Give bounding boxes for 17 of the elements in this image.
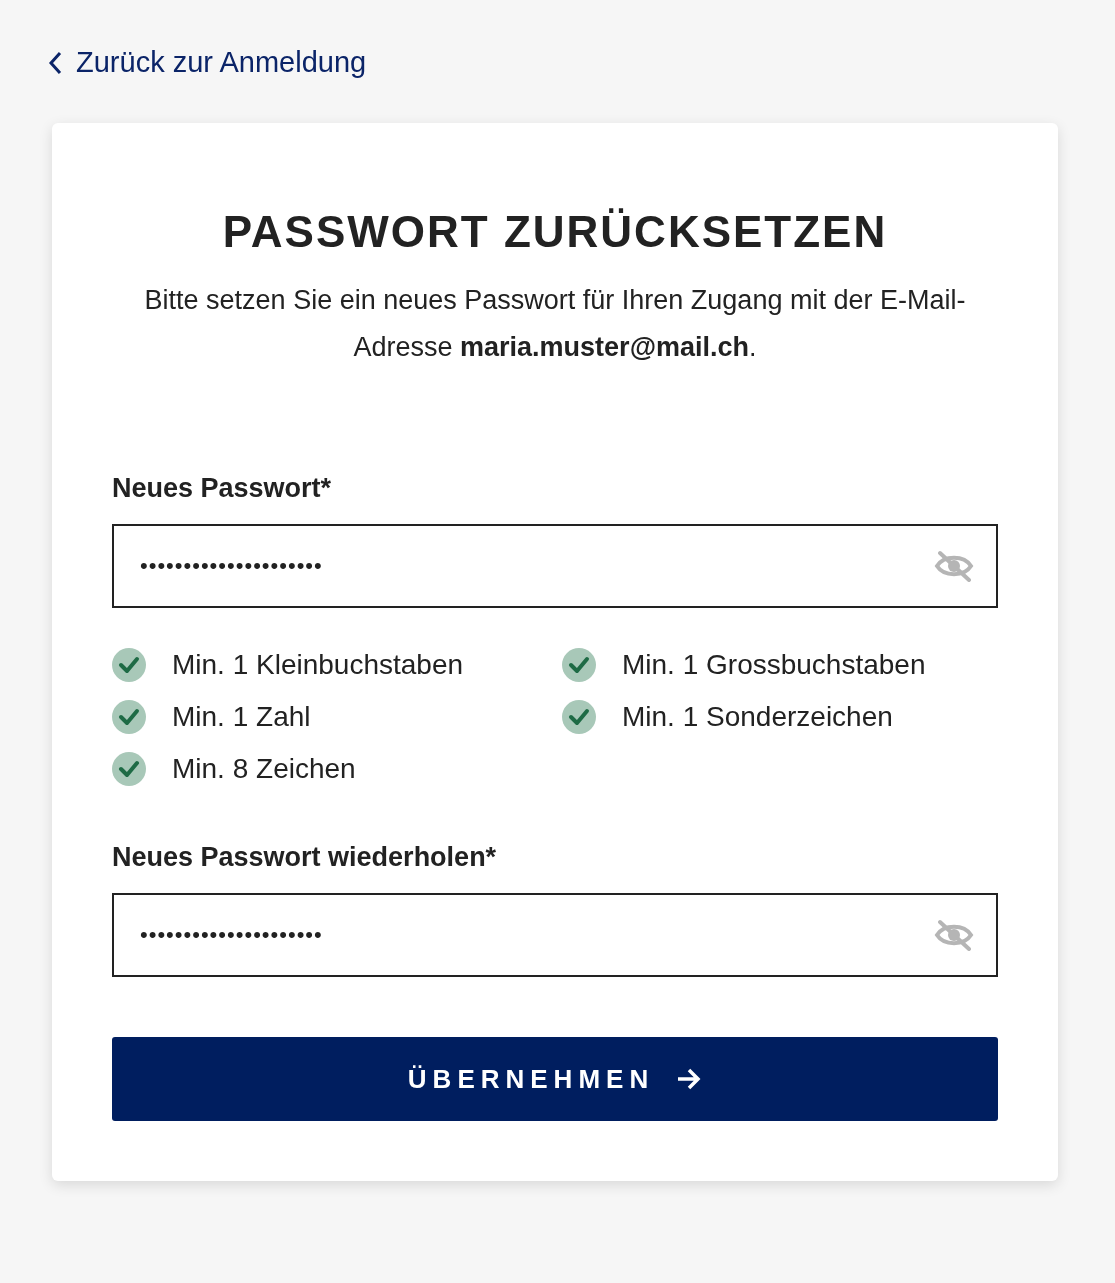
arrow-right-icon: [676, 1067, 703, 1091]
submit-button[interactable]: ÜBERNEHMEN: [112, 1037, 998, 1121]
eye-slash-icon[interactable]: [934, 550, 974, 582]
page-title: PASSWORT ZURÜCKSETZEN: [221, 207, 889, 257]
requirement-text: Min. 1 Sonderzeichen: [622, 701, 893, 733]
requirement-text: Min. 1 Zahl: [172, 701, 311, 733]
field-label: Neues Passwort*: [112, 473, 333, 504]
password-field[interactable]: •••••••••••••••••••••: [112, 524, 998, 608]
field-label: Neues Passwort wiederholen*: [112, 842, 498, 873]
requirement-text: Min. 1 Grossbuchstaben: [622, 649, 926, 681]
requirement-text: Min. 1 Kleinbuchstaben: [172, 649, 464, 681]
back-link[interactable]: Zurück zur Anmeldung: [48, 46, 367, 79]
chevron-left-icon: [48, 50, 62, 75]
requirement-text: Min. 8 Zeichen: [172, 753, 356, 785]
eye-slash-icon[interactable]: [934, 919, 974, 951]
password-field[interactable]: •••••••••••••••••••••: [112, 893, 998, 977]
description: Bitte setzen Sie ein neues Passwort für Ihren Zugang mit der E-Mail-Adresse maria.muster@mail.ch.: [143, 284, 967, 364]
